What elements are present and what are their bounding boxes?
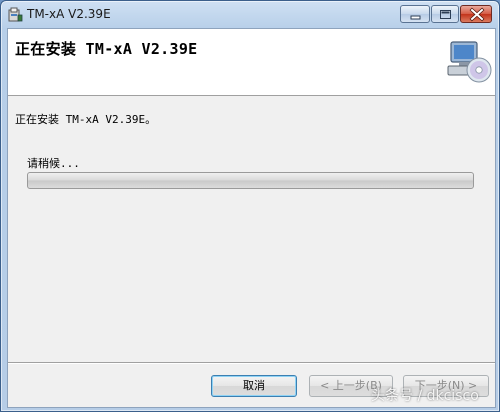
title-bar[interactable]: TM-xA V2.39E [1,1,499,29]
footer-divider [8,362,495,364]
window-title: TM-xA V2.39E [27,7,111,21]
install-status-text: 正在安装 TM-xA V2.39E。 [15,113,157,126]
close-button[interactable] [460,5,492,23]
cancel-button[interactable]: 取消 [211,375,297,397]
close-icon [469,7,485,22]
header-banner: 正在安装 TM-xA V2.39E [8,29,495,96]
minimize-button[interactable] [400,5,430,23]
banner-title: 正在安装 TM-xA V2.39E [15,40,198,58]
installer-icon [7,7,23,23]
dialog-client-area: 正在安装 TM-xA V2.39E 正在安装 TM-xA V2.39E。 请稍候… [7,28,496,408]
maximize-icon [440,10,451,19]
install-progress-bar [27,172,474,189]
watermark-text: 头条号 / dkcisco [371,388,479,404]
please-wait-label: 请稍候... [27,157,80,170]
minimize-icon [410,15,421,20]
computer-cd-icon [445,38,493,86]
installer-window: TM-xA V2.39E 正在安装 TM-xA V2.39E 正在安装 TM-x… [0,0,500,412]
maximize-button[interactable] [431,5,459,23]
